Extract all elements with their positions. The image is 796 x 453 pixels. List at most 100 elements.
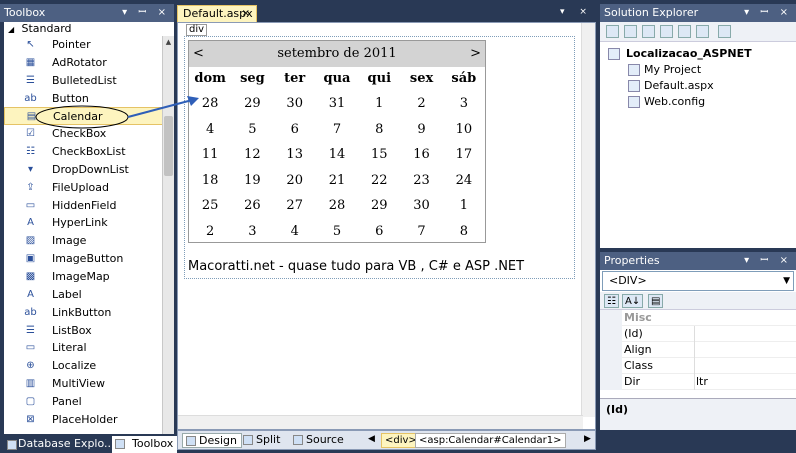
toolbox-item-button[interactable]: ab Button: [4, 90, 174, 108]
scroll-thumb[interactable]: [164, 116, 173, 176]
toolbox-item-hyperlink[interactable]: A HyperLink: [4, 214, 174, 232]
calendar-day-cell[interactable]: 24: [443, 168, 485, 194]
solution-node-default-aspx[interactable]: Default.aspx: [600, 78, 796, 94]
calendar-day-cell[interactable]: 22: [358, 168, 400, 194]
toolbox-item-linkbutton[interactable]: ab LinkButton: [4, 304, 174, 322]
calendar-day-cell[interactable]: 7: [400, 219, 442, 245]
calendar-day-cell[interactable]: 23: [400, 168, 442, 194]
calendar-day-cell[interactable]: 28: [316, 193, 358, 219]
calendar-day-cell[interactable]: 17: [443, 142, 485, 168]
calendar-prev-month[interactable]: <: [193, 41, 204, 67]
view-designer-icon[interactable]: [696, 25, 709, 38]
toolbox-item-multiview[interactable]: ▥ MultiView: [4, 375, 174, 393]
calendar-day-cell[interactable]: 14: [316, 142, 358, 168]
calendar-control[interactable]: < setembro de 2011 > dom seg ter qua qui sex s…: [188, 40, 486, 243]
collapse-triangle-icon[interactable]: ◢: [8, 23, 18, 37]
source-view-button[interactable]: Source: [290, 433, 348, 448]
split-view-button[interactable]: Split: [240, 433, 284, 448]
calendar-day-cell[interactable]: 4: [274, 219, 316, 245]
solution-node-my-project[interactable]: My Project: [600, 62, 796, 78]
refresh-icon[interactable]: [642, 25, 655, 38]
calendar-day-cell[interactable]: 15: [358, 142, 400, 168]
calendar-day-cell[interactable]: 25: [189, 193, 231, 219]
copy-website-icon[interactable]: [718, 25, 731, 38]
tab-toolbox[interactable]: Toolbox: [112, 436, 178, 453]
calendar-day-cell[interactable]: 6: [274, 117, 316, 143]
toolbox-item-checkboxlist[interactable]: ☷ CheckBoxList: [4, 143, 174, 161]
calendar-day-cell[interactable]: 12: [231, 142, 273, 168]
property-value[interactable]: ltr: [696, 374, 708, 390]
calendar-day-cell[interactable]: 28: [189, 91, 231, 117]
calendar-day-cell[interactable]: 26: [231, 193, 273, 219]
property-row-dir[interactable]: Dir ltr: [600, 374, 796, 390]
toolbox-item-calendar[interactable]: ▤ Calendar: [4, 107, 174, 126]
calendar-day-cell[interactable]: 18: [189, 168, 231, 194]
toolbox-item-placeholder[interactable]: ⊠ PlaceHolder: [4, 411, 174, 429]
document-tab-default-aspx[interactable]: Default.aspx ×: [177, 5, 257, 23]
breadcrumb-calendar[interactable]: <asp:Calendar#Calendar1>: [415, 433, 566, 448]
view-code-icon[interactable]: [678, 25, 691, 38]
breadcrumb-prev-icon[interactable]: ◀: [368, 434, 375, 444]
calendar-day-cell[interactable]: 30: [400, 193, 442, 219]
toolbox-item-localize[interactable]: ⊕ Localize: [4, 357, 174, 375]
breadcrumb-next-icon[interactable]: ▶: [584, 434, 591, 444]
calendar-day-cell[interactable]: 5: [316, 219, 358, 245]
calendar-day-cell[interactable]: 1: [358, 91, 400, 117]
toolbox-item-pointer[interactable]: ↖ Pointer: [4, 36, 174, 54]
calendar-day-cell[interactable]: 27: [274, 193, 316, 219]
editor-vertical-scrollbar[interactable]: [581, 23, 595, 417]
toolbox-item-image[interactable]: ▨ Image: [4, 232, 174, 250]
calendar-day-cell[interactable]: 29: [358, 193, 400, 219]
calendar-day-cell[interactable]: 8: [443, 219, 485, 245]
toolbox-group-standard[interactable]: ◢ Standard: [4, 22, 174, 36]
toolbox-item-adrotator[interactable]: ▦ AdRotator: [4, 54, 174, 72]
calendar-day-cell[interactable]: 7: [316, 117, 358, 143]
tab-database-explorer[interactable]: Database Explo...: [4, 437, 115, 450]
calendar-day-cell[interactable]: 21: [316, 168, 358, 194]
toolbox-item-dropdownlist[interactable]: ▾ DropDownList: [4, 161, 174, 179]
properties-object-select[interactable]: <DIV> ▼: [602, 271, 794, 291]
categorized-icon[interactable]: ☷: [604, 294, 619, 308]
calendar-day-cell[interactable]: 8: [358, 117, 400, 143]
calendar-day-cell[interactable]: 5: [231, 117, 273, 143]
calendar-day-cell[interactable]: 20: [274, 168, 316, 194]
calendar-day-cell[interactable]: 16: [400, 142, 442, 168]
calendar-day-cell[interactable]: 6: [358, 219, 400, 245]
toolbox-item-imagebutton[interactable]: ▣ ImageButton: [4, 250, 174, 268]
toolbox-item-checkbox[interactable]: ☑ CheckBox: [4, 125, 174, 143]
toolbox-window-buttons[interactable]: ▾ ꟷ ×: [122, 4, 170, 22]
calendar-day-cell[interactable]: 19: [231, 168, 273, 194]
design-view-button[interactable]: Design: [182, 433, 242, 448]
calendar-day-cell[interactable]: 9: [400, 117, 442, 143]
chevron-down-icon[interactable]: ▼: [783, 272, 790, 290]
solution-node-web-config[interactable]: Web.config: [600, 94, 796, 110]
calendar-day-cell[interactable]: 29: [231, 91, 273, 117]
toolbox-item-label[interactable]: A Label: [4, 286, 174, 304]
properties-window-buttons[interactable]: ▾ ꟷ ×: [744, 252, 792, 270]
show-all-files-icon[interactable]: [624, 25, 637, 38]
calendar-day-cell[interactable]: 1: [443, 193, 485, 219]
toolbox-item-listbox[interactable]: ☰ ListBox: [4, 322, 174, 340]
solution-project-node[interactable]: Localizacao_ASPNET: [600, 46, 796, 62]
calendar-day-cell[interactable]: 11: [189, 142, 231, 168]
toolbox-item-hiddenfield[interactable]: ▭ HiddenField: [4, 197, 174, 215]
calendar-day-cell[interactable]: 13: [274, 142, 316, 168]
toolbox-item-bulletedlist[interactable]: ☰ BulletedList: [4, 72, 174, 90]
nest-files-icon[interactable]: [660, 25, 673, 38]
calendar-day-cell[interactable]: 3: [231, 219, 273, 245]
design-surface[interactable]: div < setembro de 2011 > dom seg ter qua qui…: [177, 22, 596, 430]
solution-explorer-window-buttons[interactable]: ▾ ꟷ ×: [744, 4, 792, 22]
calendar-day-cell[interactable]: 4: [189, 117, 231, 143]
toolbox-item-fileupload[interactable]: ⇪ FileUpload: [4, 179, 174, 197]
alphabetical-icon[interactable]: A↓: [622, 294, 644, 308]
property-pages-icon[interactable]: ▤: [648, 294, 664, 308]
calendar-day-cell[interactable]: 2: [400, 91, 442, 117]
div-tag-label[interactable]: div: [186, 24, 208, 36]
calendar-next-month[interactable]: >: [470, 41, 481, 67]
editor-horizontal-scrollbar[interactable]: [178, 415, 583, 429]
toolbox-item-literal[interactable]: ▭ Literal: [4, 339, 174, 357]
property-row-align[interactable]: Align: [600, 342, 796, 358]
calendar-day-cell[interactable]: 10: [443, 117, 485, 143]
property-row-class[interactable]: Class: [600, 358, 796, 374]
document-tab-controls[interactable]: ▾ ×: [560, 7, 593, 17]
